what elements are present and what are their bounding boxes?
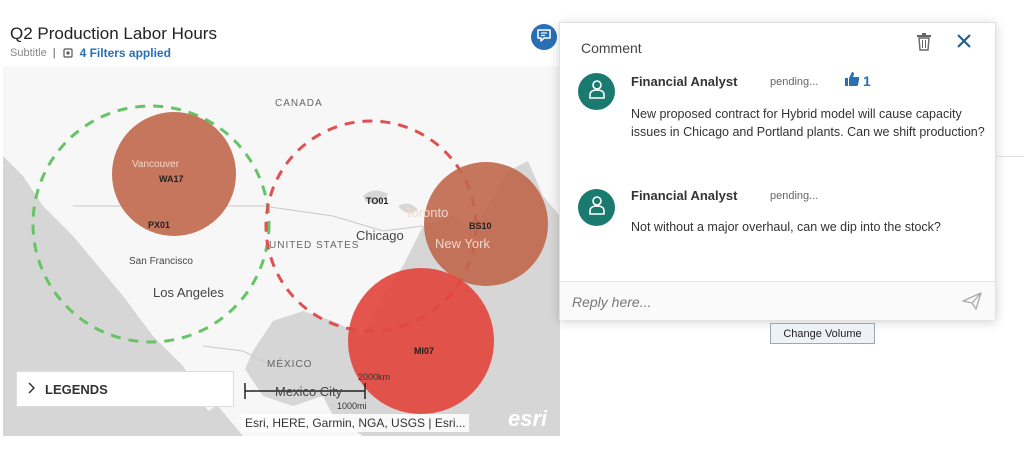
like-button[interactable]: 1 (844, 71, 871, 90)
city-new-york: New York (435, 236, 490, 251)
site-code-wa17[interactable]: WA17 (159, 174, 184, 184)
label-united-states: UNITED STATES (269, 240, 360, 251)
avatar (578, 189, 615, 226)
legends-toggle[interactable]: LEGENDS (16, 371, 234, 407)
city-san-francisco: San Francisco (129, 256, 193, 267)
send-icon (962, 292, 982, 314)
close-icon (956, 34, 972, 53)
user-icon (588, 79, 606, 104)
label-canada: CANADA (275, 98, 323, 109)
filter-icon[interactable] (62, 47, 74, 59)
city-los-angeles: Los Angeles (153, 285, 224, 300)
separator: | (52, 47, 56, 59)
filters-applied-link[interactable]: 4 Filters applied (80, 46, 171, 60)
delete-button[interactable] (916, 33, 932, 56)
reply-area (560, 281, 995, 320)
change-volume-button[interactable]: Change Volume (770, 323, 875, 344)
comment-author: Financial Analyst (631, 188, 738, 203)
avatar (578, 73, 615, 110)
city-chicago: Chicago (356, 228, 404, 243)
bubble-mexico (348, 268, 494, 414)
site-code-to01[interactable]: TO01 (366, 196, 388, 206)
close-button[interactable] (956, 33, 972, 54)
comment-icon (536, 27, 552, 48)
map-attribution[interactable]: Esri, HERE, Garmin, NGA, USGS | Esri... (241, 414, 470, 432)
thumbs-up-icon (844, 71, 860, 90)
comment-panel-title: Comment (581, 40, 642, 56)
scale-label-km: 2000km (358, 372, 391, 382)
comment-panel: Comment Financial Analyst pending... 1 N… (559, 22, 996, 320)
comment-text: New proposed contract for Hybrid model w… (631, 107, 985, 139)
like-count: 1 (863, 72, 871, 89)
comment-text: Not without a major overhaul, can we dip… (631, 220, 941, 234)
comment-status: pending... (770, 190, 819, 202)
site-code-bs10[interactable]: BS10 (469, 221, 492, 231)
comment-author: Financial Analyst (631, 74, 738, 89)
reply-input[interactable] (570, 288, 954, 316)
city-vancouver: Vancouver (132, 159, 180, 170)
city-toronto: Toronto (405, 205, 449, 220)
divider (996, 156, 1024, 157)
site-code-px01[interactable]: PX01 (148, 220, 170, 230)
scale-label-mi: 1000mi (337, 401, 367, 411)
comment-button[interactable] (531, 24, 557, 50)
chart-title: Q2 Production Labor Hours (10, 24, 217, 43)
user-icon (588, 195, 606, 220)
site-code-mi07[interactable]: MI07 (414, 346, 434, 356)
chevron-right-icon (27, 381, 36, 397)
city-mexico-city: Mexico City (275, 384, 343, 399)
subtitle-row: Subtitle | 4 Filters applied (10, 46, 171, 60)
esri-logo: esri (508, 406, 548, 431)
subtitle: Subtitle (10, 47, 47, 59)
legends-label: LEGENDS (45, 381, 108, 397)
send-button[interactable] (962, 292, 982, 315)
label-mexico: MÉXICO (267, 359, 313, 370)
comment-status: pending... (770, 76, 819, 88)
trash-icon (916, 33, 932, 55)
